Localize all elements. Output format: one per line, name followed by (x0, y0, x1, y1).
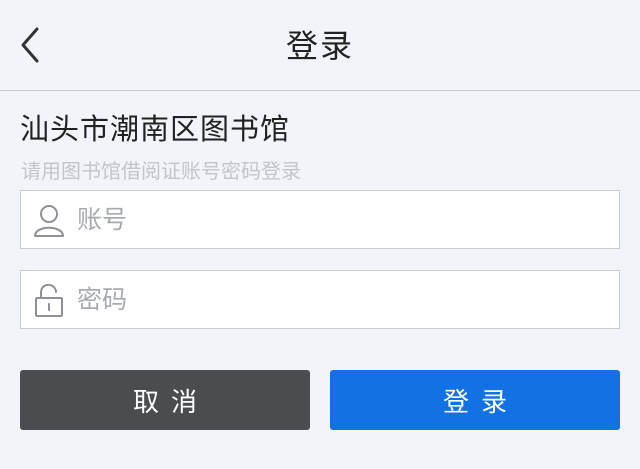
top-bar: 登录 (0, 0, 640, 91)
page-title: 登录 (285, 27, 354, 65)
password-field[interactable] (20, 270, 620, 329)
user-icon (34, 205, 64, 237)
unlock-icon (35, 283, 63, 317)
password-input[interactable] (77, 271, 607, 328)
account-input[interactable] (77, 191, 607, 248)
login-button[interactable]: 登录 (330, 370, 620, 430)
cancel-button[interactable]: 取消 (20, 370, 310, 430)
account-field[interactable] (20, 190, 620, 249)
library-name: 汕头市潮南区图书馆 (20, 112, 291, 146)
login-hint: 请用图书馆借阅证账号密码登录 (21, 159, 301, 183)
